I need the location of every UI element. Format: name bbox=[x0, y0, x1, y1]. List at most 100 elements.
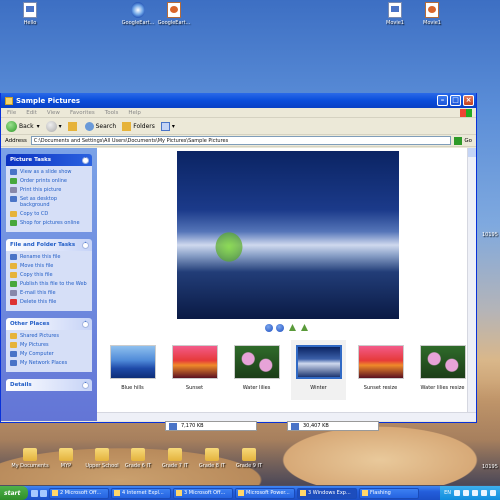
menu-edit[interactable]: Edit bbox=[26, 110, 37, 116]
window-titlebar[interactable]: Sample Pictures – □ × bbox=[1, 93, 476, 108]
globe-icon bbox=[10, 178, 17, 184]
thumbnail-image bbox=[357, 345, 404, 379]
status-bar: 7,170 KB 30,407 KB bbox=[165, 421, 379, 431]
rotate-right-icon[interactable] bbox=[301, 324, 308, 331]
views-button[interactable]: ▾ bbox=[160, 121, 175, 131]
menu-tools[interactable]: Tools bbox=[105, 110, 119, 116]
folders-button[interactable]: Folders bbox=[122, 121, 155, 131]
task-email-file[interactable]: E-mail this file bbox=[10, 290, 88, 296]
go-label: Go bbox=[464, 137, 472, 144]
menu-view[interactable]: View bbox=[47, 110, 60, 116]
quicklaunch-ie-icon[interactable] bbox=[31, 489, 38, 497]
up-folder-button[interactable] bbox=[67, 121, 79, 131]
picture-tasks-header[interactable]: Picture Tasks ˄ bbox=[6, 154, 92, 166]
taskbar-task-office-1[interactable]: 2 Microsoft Off... bbox=[49, 487, 109, 499]
task-pane: Picture Tasks ˄ View as a slide show Ord… bbox=[1, 148, 97, 421]
task-label: View as a slide show bbox=[20, 169, 72, 175]
quicklaunch-desktop-icon[interactable] bbox=[40, 489, 47, 497]
chevron-down-icon[interactable]: ▾ bbox=[59, 123, 62, 130]
office-icon bbox=[176, 490, 182, 496]
task-copy-to-cd[interactable]: Copy to CD bbox=[10, 211, 88, 217]
menu-favorites[interactable]: Favorites bbox=[70, 110, 95, 116]
back-button[interactable]: Back ▾ bbox=[6, 120, 40, 132]
tray-icon[interactable] bbox=[454, 490, 460, 496]
thumbnail-water-lilies[interactable]: Water lilies bbox=[229, 340, 284, 400]
language-indicator[interactable]: EN bbox=[444, 490, 451, 496]
taskbar-task-powerpoint[interactable]: Microsoft Power... bbox=[235, 487, 295, 499]
task-label: Print this picture bbox=[20, 187, 62, 193]
task-publish-web[interactable]: Publish this file to the Web bbox=[10, 281, 88, 287]
next-image-button[interactable] bbox=[276, 324, 284, 332]
task-view-slideshow[interactable]: View as a slide show bbox=[10, 169, 88, 175]
tray-icon[interactable] bbox=[472, 490, 478, 496]
menu-help[interactable]: Help bbox=[128, 110, 141, 116]
search-button[interactable]: Search bbox=[84, 121, 116, 131]
taskbar-task-ie[interactable]: 4 Internet Expl... bbox=[111, 487, 171, 499]
horizontal-scrollbar[interactable] bbox=[97, 412, 476, 421]
desktop-icon-movie1-b[interactable]: Movie1 bbox=[402, 2, 462, 26]
rotate-left-icon[interactable] bbox=[289, 324, 296, 331]
vertical-scrollbar[interactable] bbox=[467, 148, 476, 421]
collapse-chevron-icon[interactable]: ˄ bbox=[82, 320, 89, 328]
expand-chevron-icon[interactable]: ˅ bbox=[82, 381, 89, 389]
start-button[interactable]: start bbox=[0, 486, 28, 500]
place-shared-pictures[interactable]: Shared Pictures bbox=[10, 333, 88, 339]
taskbar-task-flashing[interactable]: Flashing bbox=[359, 487, 419, 499]
other-places-header[interactable]: Other Places ˄ bbox=[6, 318, 92, 330]
chevron-down-icon[interactable]: ▾ bbox=[172, 123, 175, 130]
maximize-button[interactable]: □ bbox=[450, 95, 461, 106]
picture-preview[interactable] bbox=[177, 151, 399, 319]
chevron-down-icon[interactable]: ▾ bbox=[37, 123, 40, 130]
place-my-computer[interactable]: My Computer bbox=[10, 351, 88, 357]
task-rename-file[interactable]: Rename this file bbox=[10, 254, 88, 260]
task-delete-file[interactable]: Delete this file bbox=[10, 299, 88, 305]
cd-icon bbox=[10, 211, 17, 217]
task-set-background[interactable]: Set as desktop background bbox=[10, 196, 88, 208]
file-tasks-header[interactable]: File and Folder Tasks ˄ bbox=[6, 239, 92, 251]
scroll-up-button[interactable] bbox=[468, 148, 476, 157]
thumbnail-image bbox=[419, 345, 466, 379]
place-network-places[interactable]: My Network Places bbox=[10, 360, 88, 366]
details-header[interactable]: Details ˅ bbox=[6, 379, 92, 391]
tray-icon[interactable] bbox=[490, 490, 496, 496]
address-input[interactable]: C:\Documents and Settings\All Users\Docu… bbox=[30, 136, 452, 145]
task-order-prints[interactable]: Order prints online bbox=[10, 178, 88, 184]
window-content: Picture Tasks ˄ View as a slide show Ord… bbox=[1, 148, 476, 421]
taskbar-task-office-2[interactable]: 3 Microsoft Off... bbox=[173, 487, 233, 499]
place-my-pictures[interactable]: My Pictures bbox=[10, 342, 88, 348]
tray-icon[interactable] bbox=[463, 490, 469, 496]
forward-button[interactable]: ▾ bbox=[45, 120, 62, 132]
thumbnail-sunset[interactable]: Sunset bbox=[167, 340, 222, 400]
thumbnail-sunset-resize[interactable]: Sunset resize bbox=[353, 340, 408, 400]
previous-image-button[interactable] bbox=[265, 324, 273, 332]
folder-icon bbox=[10, 333, 17, 339]
filmstrip-viewer: Blue hills Sunset Water lilies Winter Su… bbox=[97, 148, 476, 421]
collapse-chevron-icon[interactable]: ˄ bbox=[82, 156, 89, 164]
back-arrow-icon bbox=[6, 120, 17, 132]
computer-icon bbox=[10, 351, 17, 357]
tray-icon[interactable] bbox=[481, 490, 487, 496]
thumbnail-water-lilies-resize[interactable]: Water lilies resize bbox=[415, 340, 470, 400]
close-button[interactable]: × bbox=[463, 95, 474, 106]
minimize-button[interactable]: – bbox=[437, 95, 448, 106]
desktop-icon-hello[interactable]: Hello bbox=[0, 2, 60, 26]
globe-icon bbox=[10, 220, 17, 226]
task-shop-pictures[interactable]: Shop for pictures online bbox=[10, 220, 88, 226]
folder-icon bbox=[168, 448, 182, 461]
menu-file[interactable]: File bbox=[7, 110, 16, 116]
thumbnail-label: Blue hills bbox=[121, 385, 144, 391]
task-print-picture[interactable]: Print this picture bbox=[10, 187, 88, 193]
task-label: 4 Internet Expl... bbox=[122, 490, 164, 496]
address-label: Address bbox=[5, 137, 27, 144]
task-copy-file[interactable]: Copy this file bbox=[10, 272, 88, 278]
taskbar-task-explorer[interactable]: 3 Windows Exp... bbox=[297, 487, 357, 499]
go-button[interactable]: Go bbox=[454, 136, 472, 145]
desktop-icon-grade9[interactable]: Grade 9 IT bbox=[219, 445, 279, 469]
desktop-icon-googleearth-2[interactable]: GoogleEart... bbox=[144, 2, 204, 26]
collapse-chevron-icon[interactable]: ˄ bbox=[82, 241, 89, 249]
task-move-file[interactable]: Move this file bbox=[10, 263, 88, 269]
thumbnail-winter[interactable]: Winter bbox=[291, 340, 346, 400]
task-label: Move this file bbox=[20, 263, 54, 269]
thumbnail-blue-hills[interactable]: Blue hills bbox=[105, 340, 160, 400]
address-value: C:\Documents and Settings\All Users\Docu… bbox=[33, 137, 229, 144]
